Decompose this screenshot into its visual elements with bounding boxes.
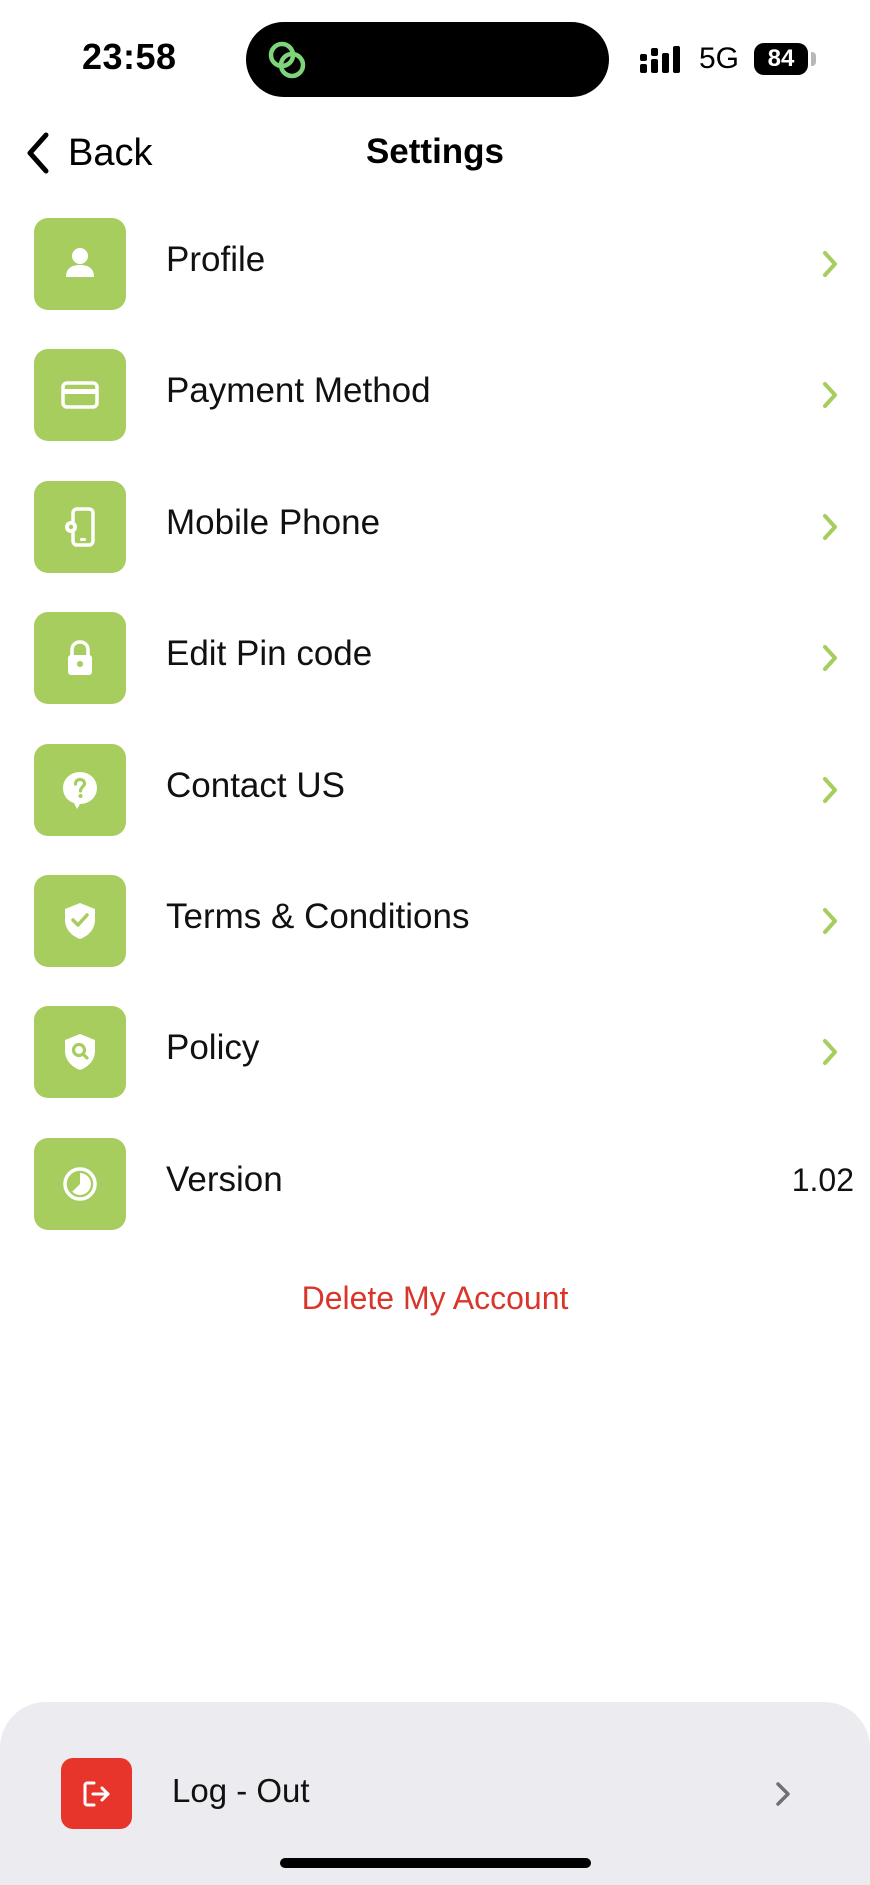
settings-item-label: Policy <box>166 1028 260 1068</box>
settings-list: Profile Payment Method Mobile Phone Edit… <box>0 218 870 1269</box>
chevron-right-icon <box>823 907 837 934</box>
person-icon <box>66 248 94 277</box>
logout-icon <box>83 1781 109 1806</box>
cellular-signal-icon <box>640 46 680 73</box>
logout-icon-container <box>61 1758 132 1829</box>
settings-item-policy[interactable]: Policy <box>0 1006 870 1137</box>
row-icon-container <box>34 1137 126 1230</box>
settings-item-mobile-phone[interactable]: Mobile Phone <box>0 480 870 612</box>
settings-item-label: Contact US <box>166 765 345 805</box>
settings-item-payment-method[interactable]: Payment Method <box>0 349 870 480</box>
settings-item-label: Profile <box>166 240 266 279</box>
battery-indicator: 84 <box>754 43 808 75</box>
shield-search-icon <box>65 1034 95 1071</box>
chevron-right-icon <box>823 645 837 672</box>
credit-card-icon <box>61 381 99 410</box>
chevron-right-icon <box>823 251 837 277</box>
chevron-right-icon <box>823 776 837 803</box>
chain-link-icon <box>268 41 306 79</box>
chevron-right-icon <box>776 1782 790 1806</box>
row-icon-container <box>34 1006 126 1099</box>
settings-item-edit-pin-code[interactable]: Edit Pin code <box>0 612 870 743</box>
clock-icon <box>63 1166 97 1201</box>
settings-item-profile[interactable]: Profile <box>0 218 870 349</box>
logout-button[interactable]: Log - Out <box>0 1758 870 1830</box>
row-icon-container <box>34 874 126 967</box>
settings-item-terms-conditions[interactable]: Terms & Conditions <box>0 874 870 1006</box>
lock-icon <box>68 640 92 676</box>
row-icon-container <box>34 612 126 705</box>
battery-cap <box>811 52 816 66</box>
settings-item-label: Mobile Phone <box>166 502 381 542</box>
status-bar: 23:58 5G 84 <box>0 0 870 110</box>
settings-item-version: Version 1.02 <box>0 1137 870 1269</box>
shield-check-icon <box>65 902 95 939</box>
settings-item-label: Payment Method <box>166 371 431 411</box>
home-indicator <box>280 1858 591 1868</box>
settings-item-label: Terms & Conditions <box>166 896 470 936</box>
chevron-right-icon <box>823 1039 837 1066</box>
settings-item-label: Version <box>166 1159 283 1199</box>
phone-settings-icon <box>65 507 95 547</box>
version-value: 1.02 <box>791 1161 854 1198</box>
logout-label: Log - Out <box>172 1772 310 1809</box>
row-icon-container <box>34 349 126 442</box>
network-type: 5G <box>699 42 740 75</box>
settings-screen: 23:58 5G 84 Back Settings Profile Paymen… <box>0 0 870 1885</box>
help-bubble-icon <box>63 771 97 809</box>
chevron-right-icon <box>823 513 837 540</box>
delete-account-button[interactable]: Delete My Account <box>0 1280 870 1317</box>
chevron-right-icon <box>823 382 837 409</box>
settings-item-label: Edit Pin code <box>166 634 373 674</box>
row-icon-container <box>34 218 126 310</box>
dynamic-island <box>246 22 609 97</box>
status-time: 23:58 <box>82 36 177 77</box>
row-icon-container <box>34 480 126 573</box>
page-title: Settings <box>365 132 505 171</box>
row-icon-container <box>34 743 126 836</box>
settings-item-contact-us[interactable]: Contact US <box>0 743 870 875</box>
